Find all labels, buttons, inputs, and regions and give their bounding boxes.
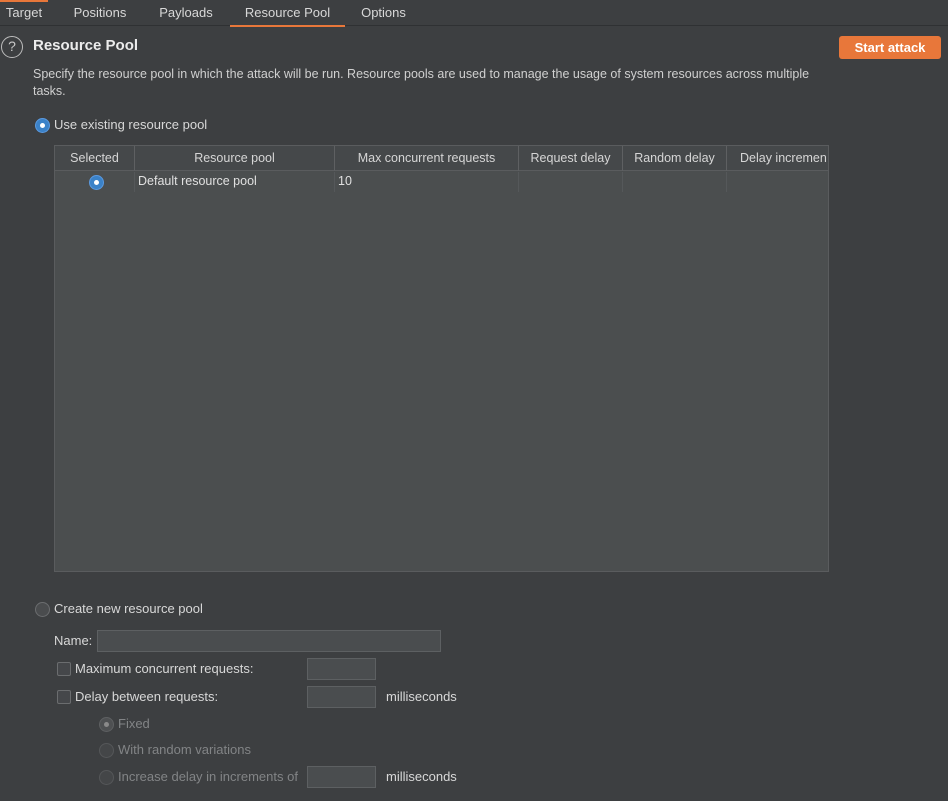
section-title: Resource Pool [33,37,139,54]
column-header-resource-pool[interactable]: Resource pool [135,146,335,171]
cell-request-delay [519,172,623,192]
section-description: Specify the resource pool in which the a… [33,67,810,98]
delay-increment-input[interactable] [307,766,376,788]
max-concurrent-label: Maximum concurrent requests: [75,661,254,676]
delay-increase-radio[interactable] [99,770,114,785]
cell-max-concurrent: 10 [335,172,519,192]
delay-unit-label: milliseconds [386,689,457,704]
use-existing-pool-label: Use existing resource pool [54,117,208,132]
delay-random-label: With random variations [118,742,251,757]
start-attack-button[interactable]: Start attack [839,36,941,59]
delay-fixed-radio[interactable] [99,717,114,732]
tab-options[interactable]: Options [350,0,417,26]
use-existing-pool-radio[interactable] [35,118,50,133]
column-header-request-delay[interactable]: Request delay [519,146,623,171]
pool-name-label: Name: [54,633,93,648]
delay-between-label: Delay between requests: [75,689,219,704]
help-icon[interactable]: ? [1,36,23,58]
cell-delay-increment [727,172,828,192]
column-header-max-concurrent[interactable]: Max concurrent requests [335,146,519,171]
column-header-delay-increment[interactable]: Delay incremen [727,146,828,171]
pool-name-input[interactable] [97,630,441,652]
row-selected-radio[interactable] [89,175,104,190]
create-new-pool-label: Create new resource pool [54,601,203,616]
delay-random-radio[interactable] [99,743,114,758]
cell-resource-pool-name: Default resource pool [135,172,335,192]
column-header-random-delay[interactable]: Random delay [623,146,727,171]
cell-random-delay [623,172,727,192]
tab-positions[interactable]: Positions [60,0,140,26]
resource-pool-table: Selected Resource pool Max concurrent re… [54,145,829,572]
delay-between-input[interactable] [307,686,376,708]
delay-increment-unit-label: milliseconds [386,769,457,784]
table-header: Selected Resource pool Max concurrent re… [55,146,828,171]
delay-increase-label: Increase delay in increments of [118,769,298,784]
tab-payloads[interactable]: Payloads [146,0,226,26]
delay-fixed-label: Fixed [118,716,150,731]
tab-bar: Target Positions Payloads Resource Pool … [0,0,948,27]
tab-resource-pool[interactable]: Resource Pool [230,0,345,27]
column-header-selected[interactable]: Selected [55,146,135,171]
tab-target[interactable]: Target [0,0,48,26]
create-new-pool-radio[interactable] [35,602,50,617]
max-concurrent-checkbox[interactable] [57,662,71,676]
delay-between-checkbox[interactable] [57,690,71,704]
max-concurrent-input[interactable] [307,658,376,680]
